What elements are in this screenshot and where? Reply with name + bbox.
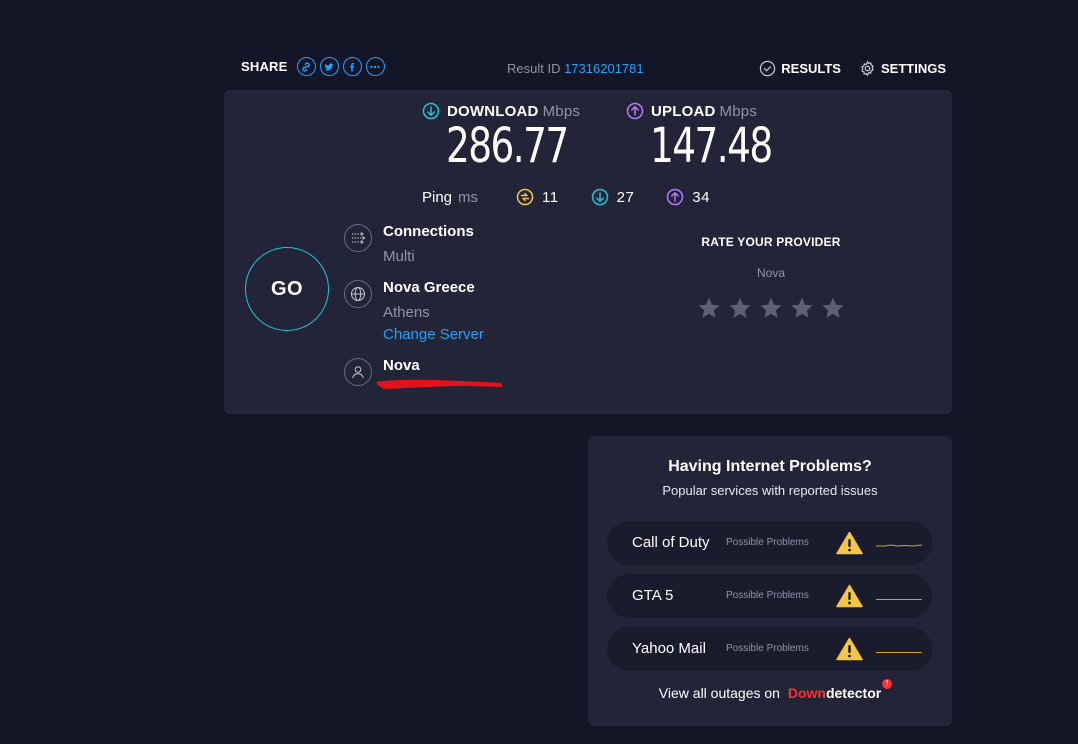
- result-id: Result ID 17316201781: [507, 61, 644, 76]
- settings-label: SETTINGS: [880, 61, 946, 76]
- sparkline-icon: [876, 544, 923, 547]
- star-icon[interactable]: [821, 296, 845, 320]
- service-name: GTA 5: [632, 587, 674, 604]
- go-button[interactable]: GO: [245, 247, 329, 331]
- rate-provider-name: Nova: [756, 266, 785, 280]
- gear-icon: [861, 61, 874, 76]
- service-row[interactable]: Call of Duty Possible Problems: [607, 521, 932, 565]
- warning-icon: [836, 637, 863, 661]
- download-label: DOWNLOAD: [447, 102, 539, 120]
- service-name: Call of Duty: [632, 534, 710, 551]
- upload-unit: Mbps: [719, 102, 758, 120]
- result-id-link[interactable]: 17316201781: [564, 61, 644, 76]
- sparkline-icon: [876, 652, 922, 653]
- upload-value: 147.48: [650, 118, 773, 174]
- warning-icon: [836, 531, 863, 555]
- share-section: SHARE: [241, 57, 385, 76]
- service-name: Yahoo Mail: [632, 640, 706, 657]
- rate-provider: RATE YOUR PROVIDER Nova: [664, 235, 878, 320]
- redaction-scribble: [376, 379, 502, 389]
- downdetector-logo[interactable]: Downdetector!: [787, 679, 893, 701]
- connections-title: Connections: [383, 223, 474, 240]
- alert-icon: !: [882, 679, 893, 689]
- service-status: Possible Problems: [726, 590, 809, 601]
- dd-title: Having Internet Problems?: [668, 458, 872, 475]
- link-icon[interactable]: [296, 57, 316, 76]
- upload-metric: UPLOAD Mbps 147.48: [626, 102, 806, 174]
- dd-footer-text: View all outages on: [658, 685, 780, 701]
- upload-latency-icon: [667, 188, 684, 206]
- ping-unit: ms: [458, 188, 479, 206]
- top-links: RESULTS SETTINGS: [741, 60, 946, 77]
- service-status: Possible Problems: [726, 643, 809, 654]
- download-unit: Mbps: [542, 102, 581, 120]
- ping-upload: 34: [666, 188, 710, 206]
- star-icon[interactable]: [790, 296, 814, 320]
- sparkline-icon: [876, 599, 922, 600]
- ping-row: Ping ms 11 27 34: [422, 188, 742, 206]
- dd-brand-red: Down: [787, 685, 826, 701]
- results-label: RESULTS: [781, 61, 841, 76]
- facebook-icon[interactable]: [342, 57, 362, 76]
- server-name: Nova Greece: [383, 279, 475, 296]
- server-location: Athens: [383, 304, 430, 321]
- ping-upload-value: 34: [692, 188, 710, 206]
- ping-download: 27: [591, 188, 635, 206]
- upload-arrow-icon: [626, 102, 644, 120]
- star-icon[interactable]: [697, 296, 721, 320]
- upload-label: UPLOAD: [651, 102, 716, 120]
- service-row[interactable]: Yahoo Mail Possible Problems: [607, 627, 932, 671]
- downdetector-card: Having Internet Problems? Popular servic…: [588, 436, 952, 726]
- results-card: DOWNLOAD Mbps 286.77 UPLOAD Mbps 147.48 …: [224, 90, 952, 414]
- dd-subtitle: Popular services with reported issues: [662, 483, 878, 498]
- settings-link[interactable]: SETTINGS: [859, 60, 946, 77]
- dd-brand-white: detector: [825, 685, 882, 701]
- download-latency-icon: [591, 188, 608, 206]
- more-icon[interactable]: [365, 57, 385, 76]
- service-status: Possible Problems: [726, 537, 809, 548]
- star-rating: [664, 296, 878, 320]
- check-circle-icon: [760, 60, 776, 77]
- ping-idle-value: 11: [542, 188, 559, 206]
- star-icon[interactable]: [728, 296, 752, 320]
- ping-download-value: 27: [616, 188, 635, 206]
- star-icon[interactable]: [759, 296, 783, 320]
- service-row[interactable]: GTA 5 Possible Problems: [607, 574, 932, 618]
- result-id-label: Result ID: [507, 61, 561, 76]
- connections-icon: [344, 224, 372, 252]
- download-arrow-icon: [422, 102, 440, 120]
- share-label: SHARE: [241, 59, 288, 74]
- idle-latency-icon: [516, 188, 534, 206]
- ping-idle: 11: [516, 188, 559, 206]
- connections-value: Multi: [383, 248, 415, 265]
- twitter-icon[interactable]: [319, 57, 339, 76]
- download-value: 286.77: [446, 118, 569, 174]
- globe-icon: [344, 280, 372, 308]
- warning-icon: [836, 584, 863, 608]
- dd-footer: View all outages on Downdetector!: [588, 679, 952, 701]
- ping-label: Ping: [422, 188, 453, 206]
- change-server-link[interactable]: Change Server: [383, 325, 563, 344]
- rate-title: RATE YOUR PROVIDER: [701, 235, 841, 249]
- results-link[interactable]: RESULTS: [759, 60, 841, 77]
- download-metric: DOWNLOAD Mbps 286.77: [422, 102, 602, 174]
- user-icon: [344, 358, 372, 386]
- top-bar: SHARE Result ID 17316201781 RESULTS SETT…: [224, 54, 952, 84]
- provider-name: Nova: [383, 357, 420, 374]
